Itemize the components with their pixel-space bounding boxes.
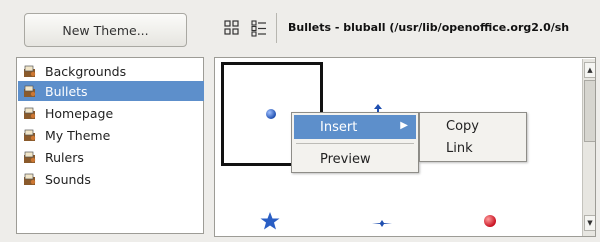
icon-view-icon bbox=[224, 20, 239, 35]
scroll-up-arrow-icon[interactable]: ▲ bbox=[584, 62, 595, 78]
theme-item-backgrounds[interactable]: Backgrounds bbox=[23, 61, 203, 81]
menu-item-copy[interactable]: Copy bbox=[422, 115, 524, 137]
menu-item-preview[interactable]: Preview bbox=[294, 147, 416, 171]
detail-view-icon bbox=[251, 20, 266, 37]
theme-folder-icon bbox=[24, 173, 36, 185]
submenu-arrow-icon: ▶ bbox=[400, 120, 408, 131]
menu-item-link[interactable]: Link bbox=[422, 137, 524, 159]
theme-folder-icon bbox=[24, 129, 36, 141]
menu-item-label: Preview bbox=[320, 151, 371, 167]
blue-dash-bullet-icon[interactable] bbox=[371, 218, 393, 228]
blue-ball-bullet-icon[interactable] bbox=[265, 108, 277, 120]
red-ball-bullet-icon[interactable] bbox=[483, 214, 497, 228]
scroll-thumb[interactable] bbox=[584, 80, 595, 142]
context-menu: Insert ▶ Preview bbox=[291, 112, 419, 173]
menu-item-label: Link bbox=[446, 140, 473, 156]
theme-label: Bullets bbox=[45, 83, 88, 99]
theme-item-rulers[interactable]: Rulers bbox=[23, 147, 203, 167]
menu-item-label: Insert bbox=[320, 119, 358, 135]
blue-star-bullet-icon[interactable] bbox=[259, 211, 281, 231]
theme-item-my-theme[interactable]: My Theme bbox=[23, 125, 203, 145]
vertical-scrollbar[interactable]: ▲ ▼ bbox=[582, 59, 595, 236]
theme-folder-icon bbox=[24, 151, 36, 163]
new-theme-button[interactable]: New Theme... bbox=[24, 13, 187, 47]
gallery-path-title: Bullets - bluball (/usr/lib/openoffice.o… bbox=[288, 20, 570, 34]
toolbar-separator bbox=[276, 13, 277, 43]
theme-label: Homepage bbox=[45, 105, 114, 121]
theme-folder-icon bbox=[24, 65, 36, 77]
theme-label: Backgrounds bbox=[45, 63, 127, 79]
theme-item-homepage[interactable]: Homepage bbox=[23, 103, 203, 123]
theme-label: My Theme bbox=[45, 127, 111, 143]
theme-item-sounds[interactable]: Sounds bbox=[23, 169, 203, 189]
menu-separator bbox=[296, 143, 414, 144]
detail-view-button[interactable] bbox=[248, 17, 270, 39]
theme-list: Backgrounds Bullets Homepage My Theme Ru… bbox=[16, 57, 204, 234]
theme-folder-icon bbox=[24, 85, 36, 97]
theme-folder-icon bbox=[24, 107, 36, 119]
theme-label: Rulers bbox=[45, 149, 84, 165]
menu-item-insert[interactable]: Insert ▶ bbox=[294, 115, 416, 139]
theme-label: Sounds bbox=[45, 171, 91, 187]
scroll-down-arrow-icon[interactable]: ▼ bbox=[584, 215, 595, 231]
menu-item-label: Copy bbox=[446, 118, 479, 134]
theme-item-bullets[interactable]: Bullets bbox=[18, 81, 204, 101]
icon-view-button[interactable] bbox=[221, 17, 243, 39]
insert-submenu: Copy Link bbox=[419, 112, 527, 162]
